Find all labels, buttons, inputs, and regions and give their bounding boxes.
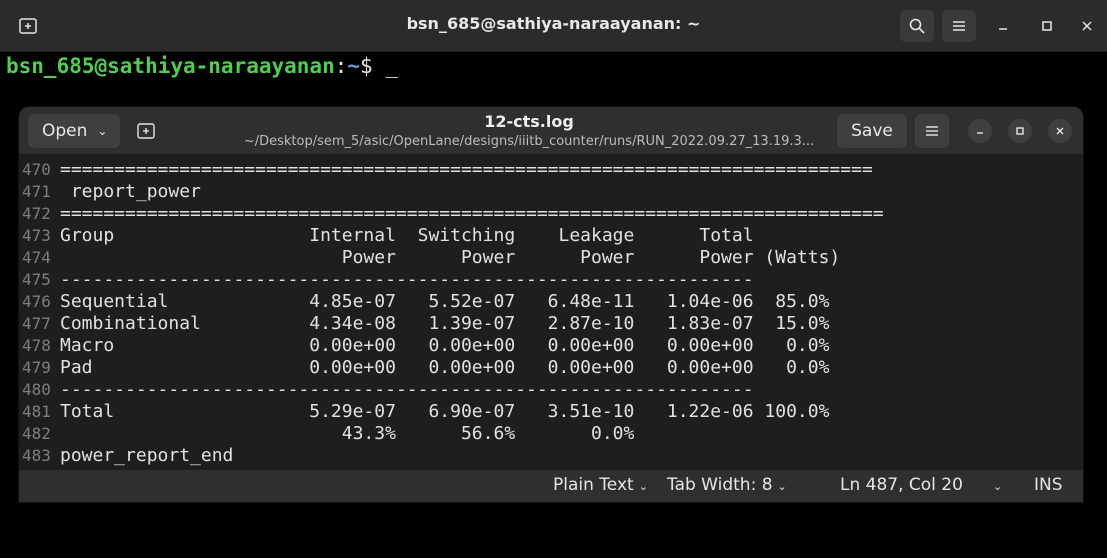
line-text: Macro 0.00e+00 0.00e+00 0.00e+00 0.00e+0… [60,335,830,356]
gedit-window: Open ⌄ 12-cts.log ~/Desktop/sem_5/asic/O… [19,107,1083,502]
line-number: 471 [22,182,51,201]
search-button[interactable] [900,10,934,42]
gedit-close-button[interactable] [1048,119,1072,143]
text-editor[interactable]: 470 =====================================… [19,155,1083,470]
new-document-icon [137,123,155,139]
open-button-label: Open [42,121,88,141]
tab-width-selector[interactable]: Tab Width: 8 ⌄ [667,475,787,495]
gedit-menu-button[interactable] [915,114,949,148]
new-document-button[interactable] [129,114,163,148]
open-button[interactable]: Open ⌄ [28,114,120,148]
language-selector[interactable]: Plain Text ⌄ [553,475,648,495]
line-number: 470 [22,160,51,179]
line-text: report_power [60,181,201,202]
line-text: ----------------------------------------… [60,379,754,400]
line-text: ========================================… [60,159,873,180]
line-text: power_report_end [60,445,234,466]
close-icon [1082,21,1092,31]
chevron-down-icon: ⌄ [992,480,1003,493]
shell-prompt: bsn_685@sathiya-naraayanan:~$ _ [6,52,398,80]
line-number: 472 [22,204,51,223]
line-text: Combinational 4.34e-08 1.39e-07 2.87e-10… [60,313,830,334]
line-text: Sequential 4.85e-07 5.52e-07 6.48e-11 1.… [60,291,830,312]
search-icon [909,18,925,34]
terminal-cursor: _ [385,54,398,78]
minimize-icon [977,132,983,134]
maximize-icon [1016,127,1024,135]
hamburger-icon [953,21,965,31]
minimize-icon [999,28,1007,30]
gedit-headerbar: Open ⌄ 12-cts.log ~/Desktop/sem_5/asic/O… [19,107,1083,155]
prompt-path: ~ [347,54,361,78]
close-icon [1056,127,1064,135]
line-number: 475 [22,270,51,289]
document-path: ~/Desktop/sem_5/asic/OpenLane/designs/ii… [243,134,815,149]
terminal-title: bsn_685@sathiya-naraayanan: ~ [406,14,701,33]
line-number: 481 [22,402,51,421]
line-number: 480 [22,380,51,399]
line-text: Total 5.29e-07 6.90e-07 3.51e-10 1.22e-0… [60,401,830,422]
terminal-maximize-button[interactable] [1030,10,1064,42]
chevron-down-icon: ⌄ [638,480,648,493]
save-button[interactable]: Save [837,114,907,148]
tab-width-label: Tab Width: 8 [667,475,773,495]
insert-mode-indicator[interactable]: INS [1034,475,1063,495]
terminal-minimize-button[interactable] [986,10,1020,42]
chevron-down-icon: ⌄ [777,480,787,493]
gedit-maximize-button[interactable] [1008,119,1032,143]
line-text: ----------------------------------------… [60,269,754,290]
language-label: Plain Text [553,475,634,495]
prompt-symbol: $ [360,54,386,78]
line-text: 43.3% 56.6% 0.0% [60,423,635,444]
gedit-statusbar: Plain Text ⌄ Tab Width: 8 ⌄ Ln 487, Col 20… [19,470,1083,502]
chevron-down-icon: ⌄ [97,124,108,138]
prompt-user: bsn_685@sathiya-naraayanan [6,54,335,78]
line-text: ========================================… [60,203,884,224]
line-number: 476 [22,292,51,311]
line-text: Pad 0.00e+00 0.00e+00 0.00e+00 0.00e+00 … [60,357,830,378]
prompt-colon: : [334,54,348,78]
terminal-close-button[interactable] [1070,10,1104,42]
line-number: 483 [22,446,51,465]
line-number: 474 [22,248,51,267]
line-number: 473 [22,226,51,245]
document-title: 12-cts.log [484,112,574,131]
gedit-minimize-button[interactable] [968,119,992,143]
line-text: Group Internal Switching Leakage Total [60,225,754,246]
hamburger-icon [926,126,938,136]
line-number: 478 [22,336,51,355]
terminal-titlebar: bsn_685@sathiya-naraayanan: ~ [0,0,1107,52]
line-number: 479 [22,358,51,377]
terminal-menu-button[interactable] [942,10,976,42]
line-number: 482 [22,424,51,443]
cursor-position-selector[interactable]: Ln 487, Col 20 ⌄ [840,475,1002,495]
maximize-icon [1042,21,1052,31]
cursor-position-label: Ln 487, Col 20 [840,475,963,495]
line-text: Power Power Power Power (Watts) [60,247,841,268]
line-number: 477 [22,314,51,333]
